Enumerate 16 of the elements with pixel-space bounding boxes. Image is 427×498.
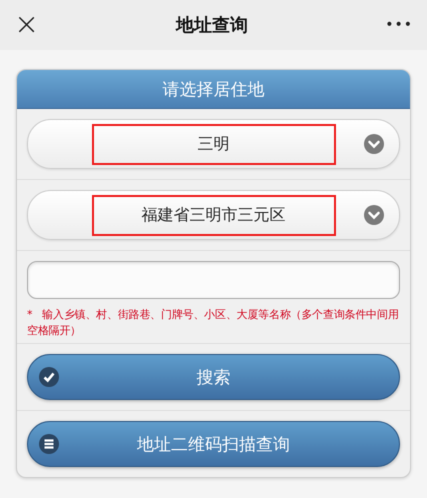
address-input-field[interactable] [27, 261, 400, 299]
hint-text: * 输入乡镇、村、街路巷、门牌号、小区、大厦等名称（多个查询条件中间用空格隔开） [27, 307, 400, 339]
chevron-down-icon [364, 205, 384, 225]
dropdown-value: 福建省三明市三元区 [92, 194, 336, 236]
scan-button[interactable]: 地址二维码扫描查询 [27, 421, 400, 467]
more-icon[interactable]: ••• [385, 17, 413, 33]
card-header: 请选择居住地 [17, 70, 410, 109]
dropdown[interactable]: 三明 [27, 119, 400, 169]
page-title: 地址查询 [176, 14, 248, 37]
chevron-down-icon [364, 134, 384, 154]
check-icon [39, 367, 59, 387]
dropdown-value: 三明 [92, 124, 336, 164]
dropdown[interactable]: 福建省三明市三元区 [27, 190, 400, 240]
search-button[interactable]: 搜索 [27, 354, 400, 400]
menu-icon [39, 434, 59, 454]
close-icon[interactable]: × [14, 10, 40, 40]
